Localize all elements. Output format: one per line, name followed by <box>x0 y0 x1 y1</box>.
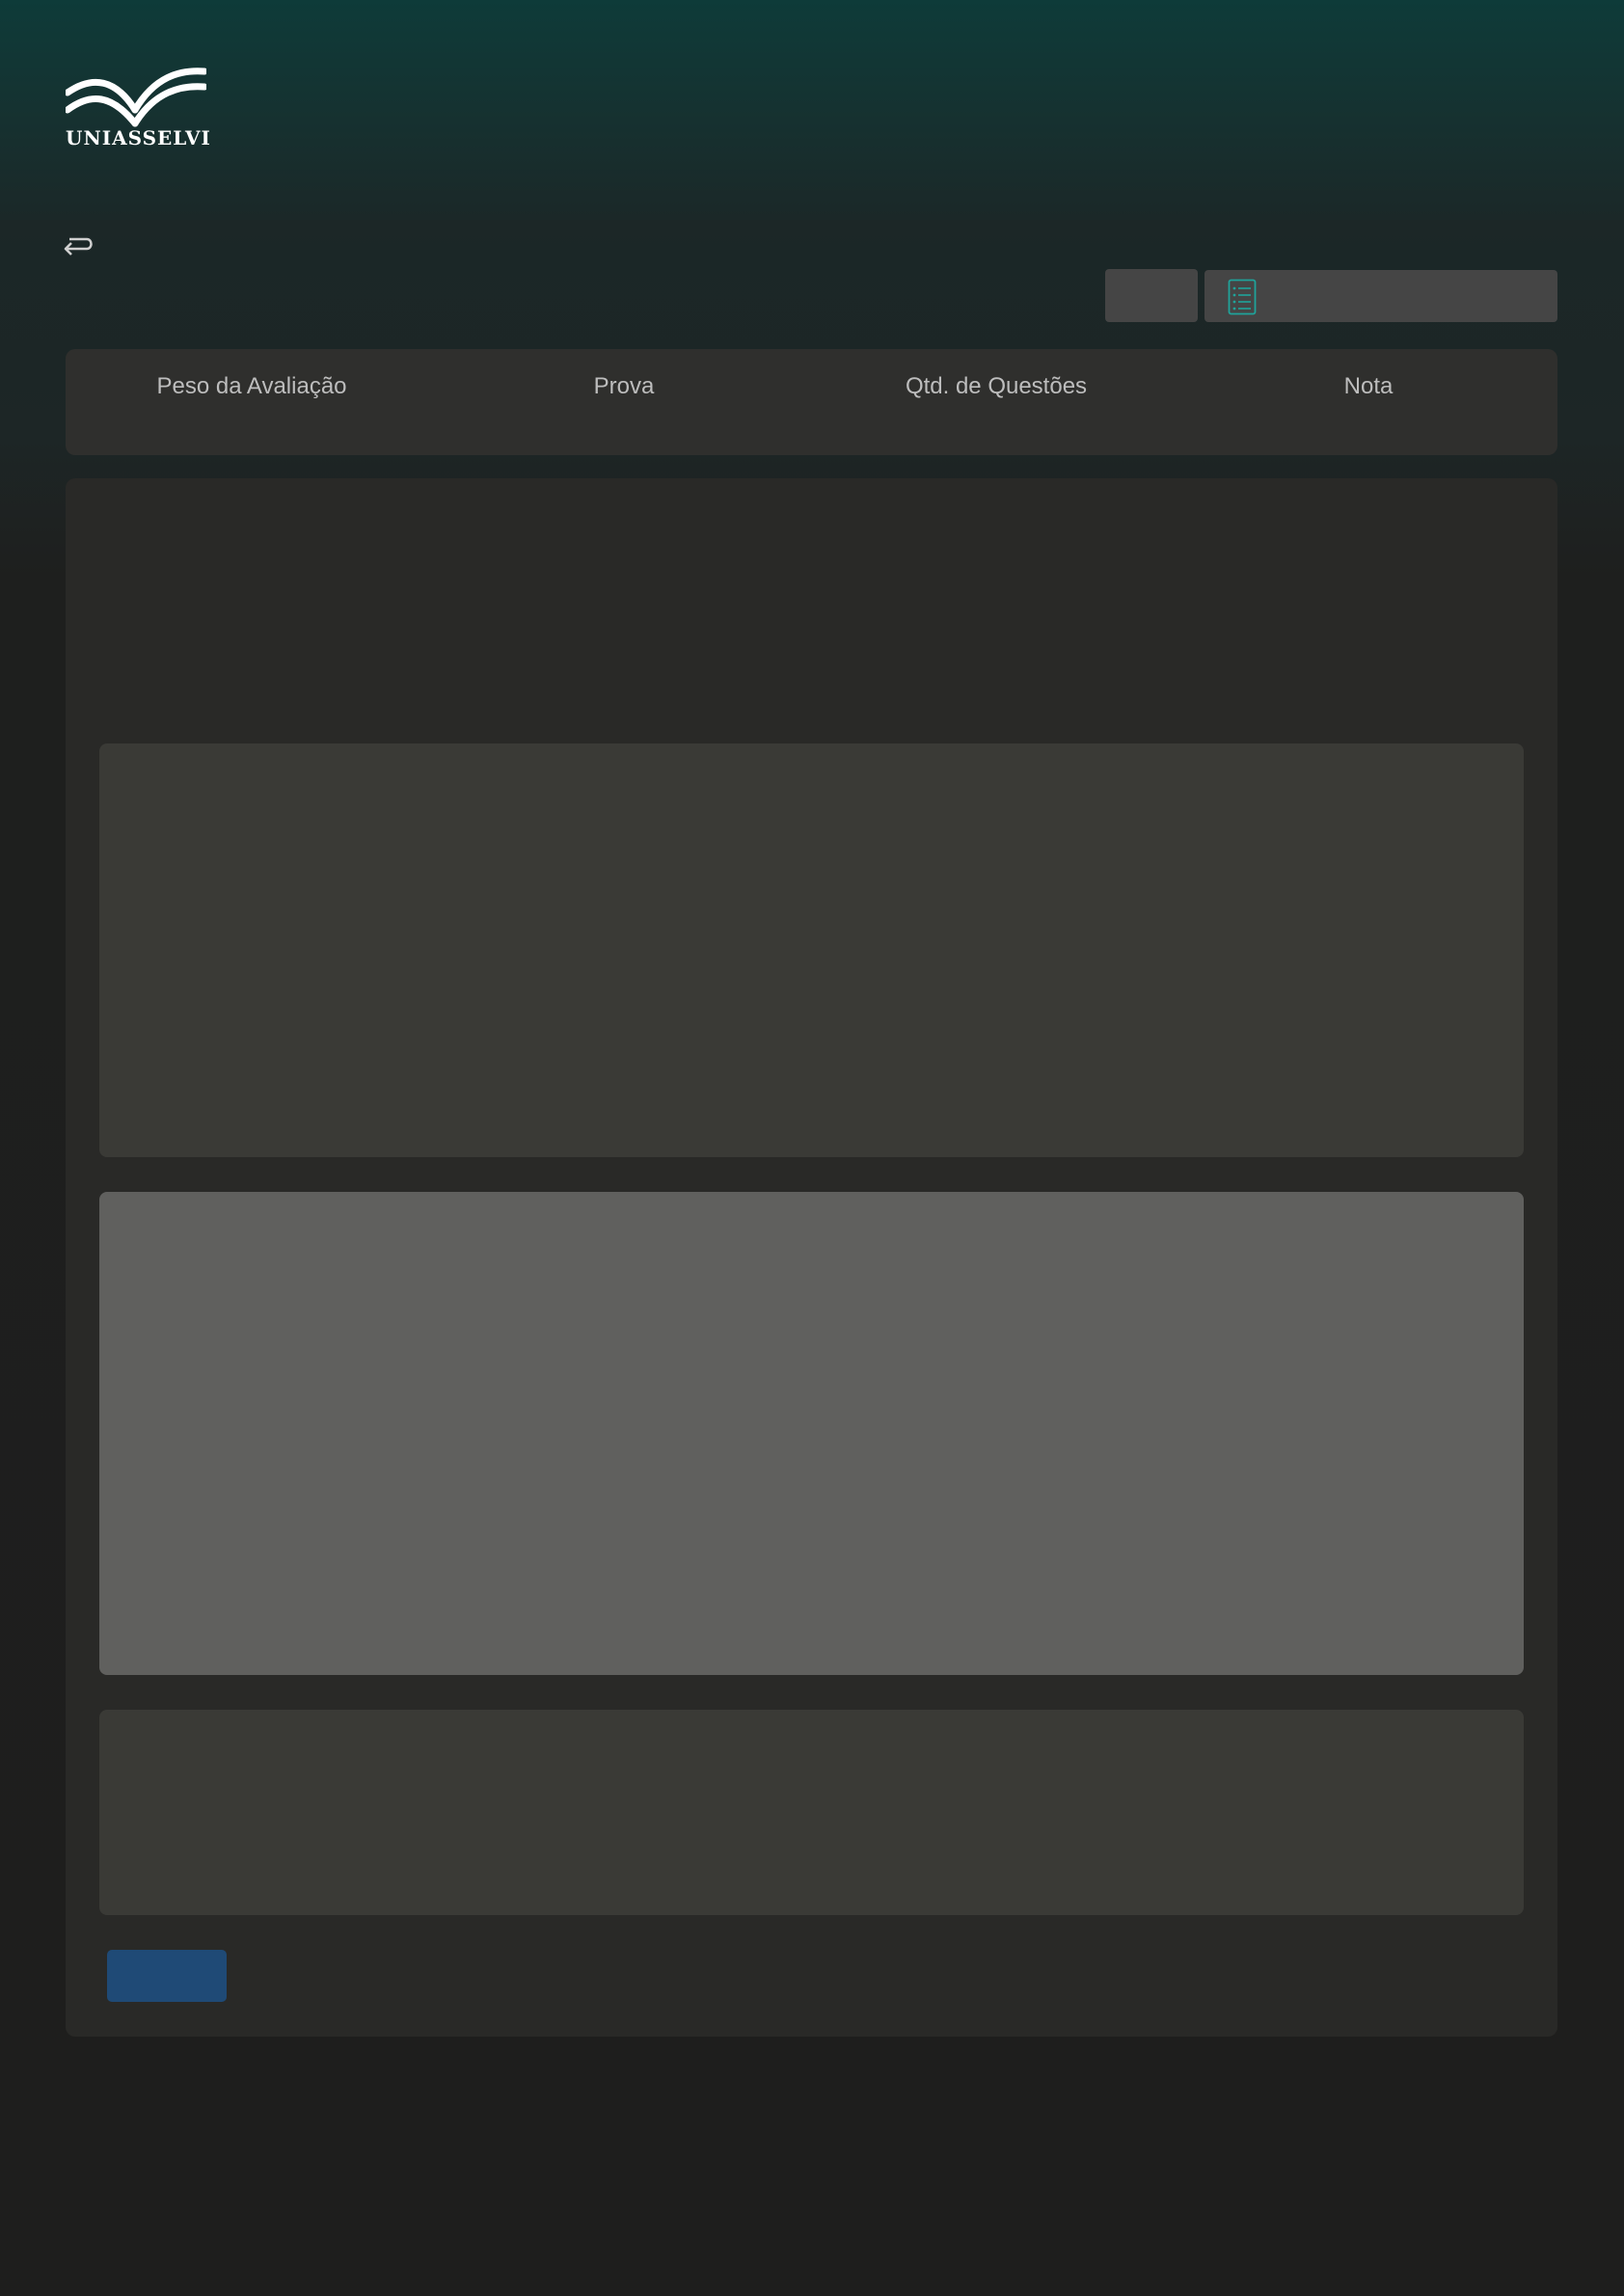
return-arrow-icon <box>64 237 93 256</box>
question-card <box>66 478 1557 2037</box>
answer-placeholder-panel[interactable] <box>99 1710 1524 1915</box>
back-button[interactable] <box>62 228 96 258</box>
questions-list-button[interactable] <box>1204 270 1557 322</box>
summary-label-exam: Prova <box>593 373 655 399</box>
summary-label-weight: Peso da Avaliação <box>156 373 347 399</box>
summary-label-question-count: Qtd. de Questões <box>905 373 1088 399</box>
primary-action-button[interactable] <box>107 1950 227 2002</box>
logo-arches-icon <box>66 68 206 127</box>
header-band <box>0 0 1624 220</box>
content-placeholder-panel <box>99 743 1524 1157</box>
list-document-icon <box>1228 279 1257 315</box>
image-placeholder-panel <box>99 1192 1524 1675</box>
toolbar-button[interactable] <box>1105 269 1198 322</box>
exam-summary-card: Peso da Avaliação Prova Qtd. de Questões… <box>66 349 1557 455</box>
summary-label-grade: Nota <box>1343 373 1394 399</box>
logo-wordmark: UNIASSELVI <box>66 126 211 149</box>
uniasselvi-logo[interactable]: UNIASSELVI <box>66 66 211 152</box>
